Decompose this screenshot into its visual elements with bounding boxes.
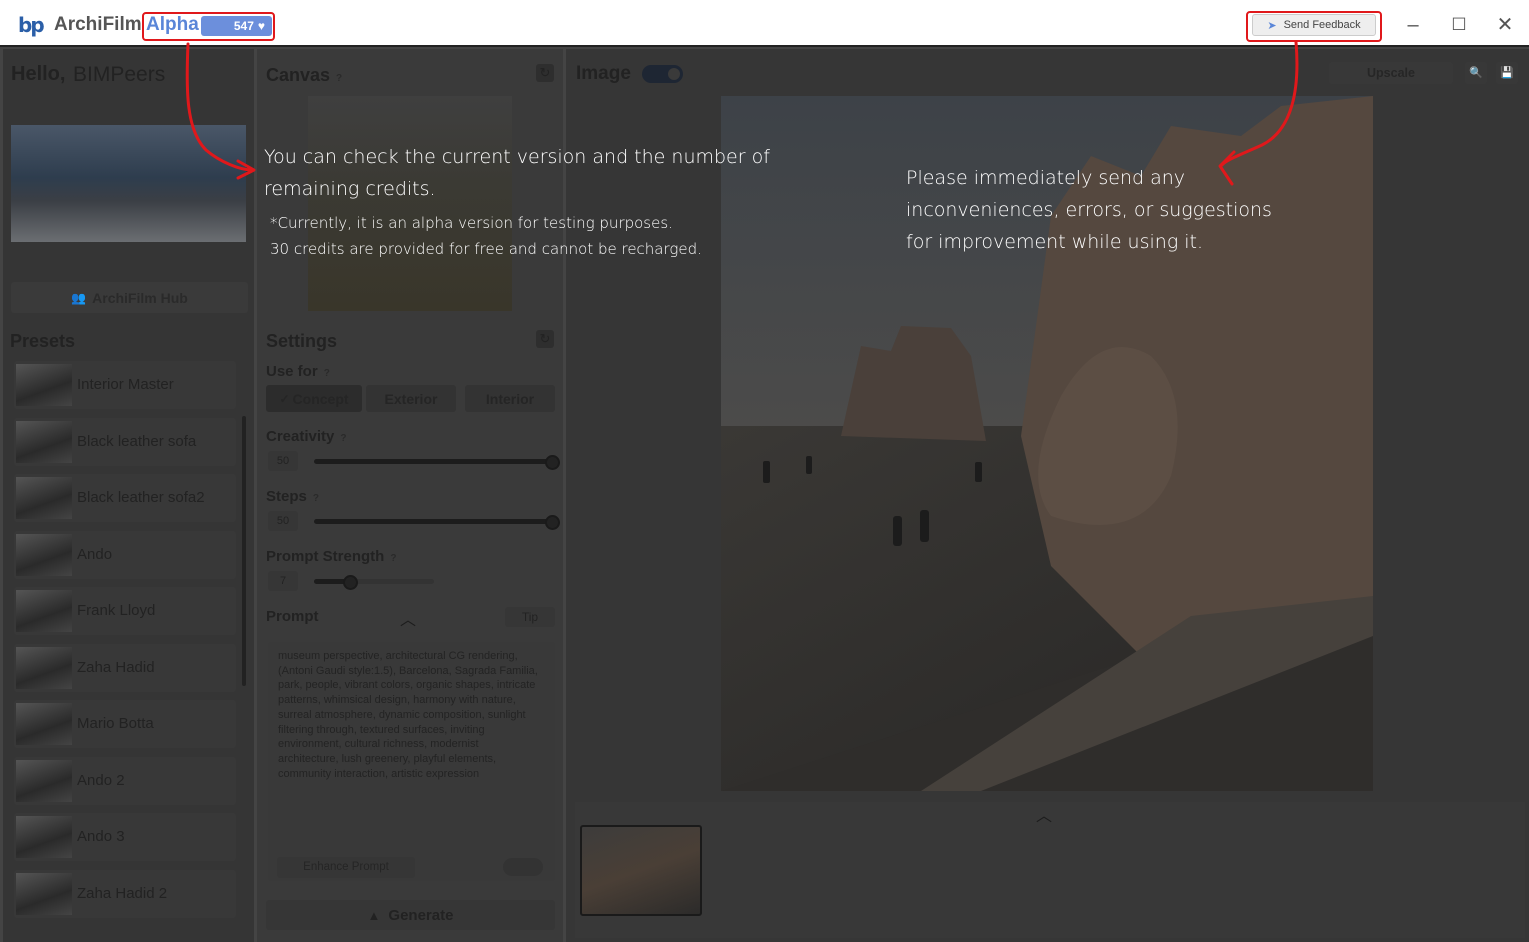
chevron-up-icon[interactable]: ︿ <box>1036 802 1052 826</box>
preset-thumbnail <box>16 477 72 519</box>
credits-badge[interactable]: 547 ♥ <box>201 16 272 36</box>
preset-label: Zaha Hadid 2 <box>77 885 168 902</box>
preset-label: Ando 2 <box>77 772 125 789</box>
help-icon[interactable]: ? <box>324 368 330 379</box>
credits-count: 547 <box>233 19 254 33</box>
preset-item[interactable]: Black leather sofa2 <box>14 474 236 522</box>
minimize-icon[interactable]: – <box>1398 10 1428 40</box>
title-bar: bp ArchiFilm Alpha 547 ♥ ➤ Send Feedback… <box>0 0 1529 47</box>
settings-title: Settings <box>266 331 338 351</box>
help-icon[interactable]: ? <box>313 493 319 504</box>
presets-scrollbar[interactable] <box>242 416 246 686</box>
prompt-strength-label: Prompt Strength? <box>266 548 397 565</box>
use-for-interior-button[interactable]: Interior <box>465 385 555 412</box>
creativity-slider[interactable] <box>314 459 556 464</box>
enhance-prompt-button[interactable]: Enhance Prompt <box>277 857 415 878</box>
help-icon[interactable]: ? <box>340 433 346 444</box>
preset-label: Ando <box>77 546 113 563</box>
canvas-title: Canvas? <box>266 65 343 85</box>
preset-item[interactable]: Interior Master <box>14 361 236 409</box>
preset-thumbnail <box>16 647 72 689</box>
people-icon: 👥 <box>71 290 87 305</box>
prompt-text: museum perspective, architectural CG ren… <box>278 650 538 780</box>
preset-thumbnail <box>16 703 72 745</box>
diamond-icon: ♥ <box>257 19 265 33</box>
image-toggle[interactable] <box>642 65 683 83</box>
preset-item[interactable]: Ando 3 <box>14 813 236 861</box>
generate-button[interactable]: ▲ Generate <box>266 900 555 930</box>
version-label: Alpha <box>146 14 199 35</box>
steps-slider[interactable] <box>314 519 556 524</box>
mountain-icon: ▲ <box>367 907 381 923</box>
image-title: Image <box>576 63 631 84</box>
greeting: Hello, <box>11 63 66 85</box>
prompt-strength-slider-handle[interactable] <box>343 575 358 590</box>
use-for-concept-button[interactable]: ✓ Concept <box>266 385 362 412</box>
presets-title: Presets <box>10 331 76 351</box>
preset-item[interactable]: Black leather sofa <box>14 418 236 466</box>
preset-item[interactable]: Ando <box>14 531 236 579</box>
preset-thumbnail <box>16 534 72 576</box>
feedback-note: Please immediately send any inconvenienc… <box>906 167 1272 253</box>
hero-thumbnail[interactable] <box>11 125 246 242</box>
steps-label: Steps? <box>266 488 319 505</box>
preset-label: Black leather sofa2 <box>77 489 205 506</box>
app-name: ArchiFilm <box>54 14 142 35</box>
preset-label: Interior Master <box>77 376 174 393</box>
save-icon[interactable]: 💾 <box>1496 62 1518 84</box>
close-icon[interactable]: ✕ <box>1490 10 1520 40</box>
enhance-toggle[interactable] <box>503 858 543 876</box>
user-name: BIMPeers <box>73 63 166 86</box>
maximize-icon[interactable]: ☐ <box>1444 10 1474 40</box>
version-note: You can check the current version and th… <box>264 146 770 200</box>
steps-value[interactable]: 50 <box>268 511 298 531</box>
preset-thumbnail <box>16 873 72 915</box>
creativity-value[interactable]: 50 <box>268 451 298 471</box>
preset-label: Mario Botta <box>77 715 154 732</box>
preset-thumbnail <box>16 364 72 406</box>
help-icon[interactable]: ? <box>390 553 396 564</box>
prompt-label: Prompt <box>266 608 319 625</box>
preset-thumbnail <box>16 760 72 802</box>
generate-label: Generate <box>388 906 454 924</box>
preset-item[interactable]: Frank Lloyd <box>14 587 236 635</box>
alpha-note: *Currently, it is an alpha version for t… <box>270 214 702 258</box>
preset-thumbnail <box>16 590 72 632</box>
settings-reset-icon[interactable]: ↻ <box>536 330 554 348</box>
preset-label: Frank Lloyd <box>77 602 156 619</box>
send-feedback-label: Send Feedback <box>1283 19 1361 31</box>
preset-item[interactable]: Zaha Hadid <box>14 644 236 692</box>
search-icon[interactable]: 🔍 <box>1465 62 1487 84</box>
preset-label: Black leather sofa <box>77 433 197 450</box>
preset-item[interactable]: Zaha Hadid 2 <box>14 870 236 918</box>
use-for-exterior-button[interactable]: Exterior <box>366 385 456 412</box>
tip-button[interactable]: Tip <box>505 607 555 627</box>
app-logo: bp <box>18 13 45 37</box>
gallery-thumbnail[interactable] <box>580 825 702 916</box>
chevron-up-icon[interactable]: ︿ <box>400 606 416 630</box>
preset-thumbnail <box>16 421 72 463</box>
canvas-reset-icon[interactable]: ↻ <box>536 64 554 82</box>
preset-label: Zaha Hadid <box>77 659 155 676</box>
send-icon: ➤ <box>1267 19 1277 32</box>
hub-label: ArchiFilm Hub <box>92 289 188 306</box>
preset-label: Ando 3 <box>77 828 125 845</box>
preset-thumbnail <box>16 816 72 858</box>
send-feedback-button[interactable]: ➤ Send Feedback <box>1252 14 1376 36</box>
help-icon[interactable]: ? <box>336 73 342 84</box>
steps-slider-handle[interactable] <box>545 515 560 530</box>
creativity-slider-handle[interactable] <box>545 455 560 470</box>
use-for-label: Use for? <box>266 363 330 380</box>
upscale-button[interactable]: Upscale <box>1329 62 1453 84</box>
prompt-strength-value[interactable]: 7 <box>268 571 298 591</box>
check-icon: ✓ <box>279 391 290 406</box>
preset-item[interactable]: Ando 2 <box>14 757 236 805</box>
archifilm-hub-button[interactable]: 👥 ArchiFilm Hub <box>11 282 248 313</box>
creativity-label: Creativity? <box>266 428 347 445</box>
preset-item[interactable]: Mario Botta <box>14 700 236 748</box>
